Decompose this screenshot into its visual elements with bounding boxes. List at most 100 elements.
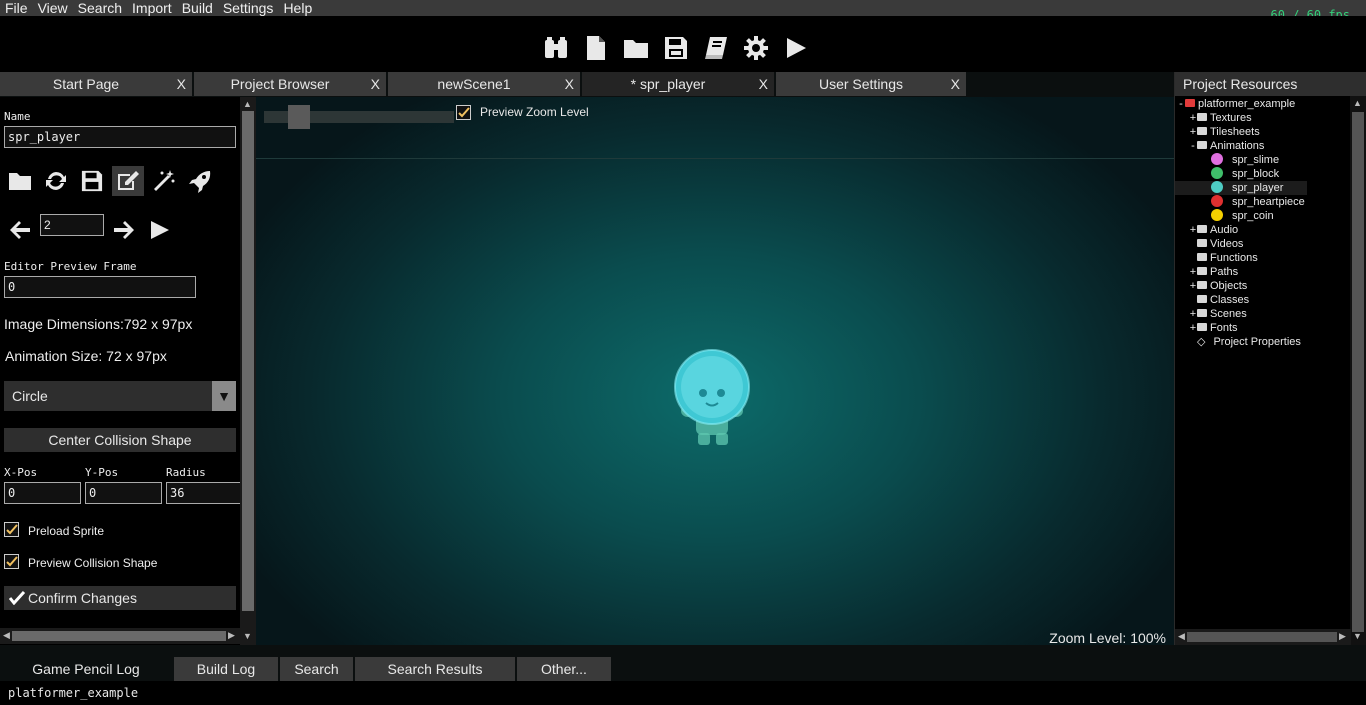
menu-view[interactable]: View bbox=[33, 0, 73, 16]
book-icon[interactable] bbox=[696, 34, 736, 62]
folder-icon bbox=[1197, 267, 1207, 276]
xpos-input[interactable]: 0 bbox=[4, 482, 81, 504]
bottom-tabs: Game Pencil Log Build Log Search Search … bbox=[0, 646, 1366, 681]
preview-collision-checkbox[interactable] bbox=[4, 554, 19, 569]
menu-settings[interactable]: Settings bbox=[218, 0, 279, 16]
tab-project-browser[interactable]: Project Browser X bbox=[194, 72, 388, 96]
tab-build-log[interactable]: Build Log bbox=[174, 657, 278, 681]
sprite-icon bbox=[1211, 167, 1223, 180]
sprite-preview-canvas[interactable]: Preview Zoom Level Zoom Level: 100% bbox=[256, 97, 1174, 646]
play-icon[interactable] bbox=[144, 215, 176, 245]
new-file-icon[interactable] bbox=[576, 34, 616, 62]
resource-tree-label: platformer_example bbox=[1198, 98, 1296, 110]
scroll-right-icon[interactable]: ▶ bbox=[1339, 631, 1346, 642]
resource-tree-item[interactable]: spr_player bbox=[1175, 181, 1307, 195]
arrow-left-icon[interactable] bbox=[4, 215, 36, 245]
scroll-up-icon[interactable]: ▲ bbox=[1353, 98, 1362, 108]
radius-input[interactable]: 36 bbox=[166, 482, 240, 504]
horizontal-scrollbar[interactable]: ◀ ▶ bbox=[1175, 629, 1351, 645]
menu-build[interactable]: Build bbox=[177, 0, 218, 16]
save-icon[interactable] bbox=[656, 34, 696, 62]
tab-new-scene[interactable]: newScene1 X bbox=[388, 72, 582, 96]
zoom-slider[interactable] bbox=[264, 105, 454, 129]
folder-icon bbox=[1197, 309, 1207, 318]
save-icon[interactable] bbox=[76, 166, 108, 196]
arrow-right-icon[interactable] bbox=[108, 215, 140, 245]
gear-icon[interactable] bbox=[736, 34, 776, 62]
tab-close-button[interactable]: X bbox=[371, 72, 380, 96]
toolbar bbox=[0, 16, 1366, 72]
scrollbar-thumb[interactable] bbox=[12, 631, 226, 641]
resource-tree-item[interactable]: spr_coin bbox=[1175, 209, 1307, 223]
open-folder-icon[interactable] bbox=[616, 34, 656, 62]
folder-icon bbox=[1197, 141, 1207, 150]
scroll-down-icon[interactable]: ▼ bbox=[1353, 631, 1362, 641]
chevron-down-icon[interactable]: ▼ bbox=[212, 381, 236, 411]
preview-frame-input[interactable]: 0 bbox=[4, 276, 196, 298]
project-resources-title: Project Resources bbox=[1175, 72, 1366, 96]
horizontal-scrollbar[interactable]: ◀ ▶ bbox=[0, 628, 240, 644]
magic-wand-icon[interactable] bbox=[148, 166, 180, 196]
scrollbar-thumb[interactable] bbox=[242, 111, 254, 611]
tab-search[interactable]: Search bbox=[280, 657, 353, 681]
folder-icon bbox=[1197, 239, 1207, 248]
tab-label: * spr_player bbox=[630, 76, 706, 92]
play-icon[interactable] bbox=[776, 34, 816, 62]
xpos-label: X-Pos bbox=[4, 466, 38, 479]
resource-tree-label: Audio bbox=[1210, 224, 1239, 236]
resource-tree-item[interactable]: spr_block bbox=[1175, 167, 1307, 181]
scrollbar-thumb[interactable] bbox=[1187, 632, 1337, 642]
rocket-icon[interactable] bbox=[184, 166, 216, 196]
edit-icon[interactable] bbox=[112, 166, 144, 196]
collision-shape-select[interactable]: Circle ▼ bbox=[4, 381, 236, 411]
tab-spr-player[interactable]: * spr_player X bbox=[582, 72, 776, 96]
scroll-left-icon[interactable]: ◀ bbox=[1178, 631, 1185, 642]
tab-close-button[interactable]: X bbox=[177, 72, 186, 96]
preload-sprite-checkbox[interactable] bbox=[4, 522, 19, 537]
frame-input[interactable]: 2 bbox=[40, 214, 104, 236]
tab-search-results[interactable]: Search Results bbox=[355, 657, 515, 681]
scroll-right-icon[interactable]: ▶ bbox=[228, 630, 235, 641]
menu-help[interactable]: Help bbox=[278, 0, 317, 16]
tab-game-pencil-log[interactable]: Game Pencil Log bbox=[0, 657, 172, 681]
resource-tree-label: Paths bbox=[1210, 266, 1239, 278]
zoom-level-text: Zoom Level: 100% bbox=[1049, 630, 1166, 646]
image-dimensions-text: Image Dimensions:792 x 97px bbox=[4, 316, 193, 332]
tab-close-button[interactable]: X bbox=[759, 72, 768, 96]
scroll-down-icon[interactable]: ▼ bbox=[243, 631, 252, 641]
preview-collision-label: Preview Collision Shape bbox=[28, 556, 158, 570]
resource-tree-label: spr_player bbox=[1232, 182, 1284, 194]
refresh-icon[interactable] bbox=[40, 166, 72, 196]
vertical-scrollbar[interactable]: ▲ ▼ bbox=[240, 97, 256, 645]
confirm-changes-label: Confirm Changes bbox=[28, 590, 137, 606]
search-icon[interactable] bbox=[536, 34, 576, 62]
name-input[interactable]: spr_player bbox=[4, 126, 236, 148]
menu-import[interactable]: Import bbox=[127, 0, 177, 16]
folder-icon bbox=[1197, 281, 1207, 290]
tab-close-button[interactable]: X bbox=[565, 72, 574, 96]
folder-icon bbox=[1197, 225, 1207, 234]
resource-tree-item[interactable]: spr_slime bbox=[1175, 153, 1307, 167]
preview-zoom-checkbox[interactable] bbox=[456, 105, 471, 120]
scrollbar-thumb[interactable] bbox=[1352, 112, 1364, 632]
menu-file[interactable]: File bbox=[0, 0, 33, 16]
vertical-scrollbar[interactable]: ▲ ▼ bbox=[1350, 96, 1366, 645]
confirm-changes-button[interactable]: Confirm Changes bbox=[4, 586, 236, 610]
open-folder-icon[interactable] bbox=[4, 166, 36, 196]
resource-tree-item[interactable]: spr_heartpiece bbox=[1175, 195, 1307, 209]
radius-label: Radius bbox=[166, 466, 206, 479]
tab-other[interactable]: Other... bbox=[517, 657, 611, 681]
tab-user-settings[interactable]: User Settings X bbox=[776, 72, 968, 96]
zoom-slider-thumb[interactable] bbox=[288, 105, 310, 129]
resource-tree-label: Fonts bbox=[1210, 322, 1238, 334]
ypos-input[interactable]: 0 bbox=[85, 482, 162, 504]
collision-shape-value: Circle bbox=[12, 388, 48, 404]
center-collision-shape-button[interactable]: Center Collision Shape bbox=[4, 428, 236, 452]
scroll-up-icon[interactable]: ▲ bbox=[243, 99, 252, 109]
tab-start-page[interactable]: Start Page X bbox=[0, 72, 194, 96]
scroll-left-icon[interactable]: ◀ bbox=[3, 630, 10, 641]
resource-tree-label: Scenes bbox=[1210, 308, 1247, 320]
menu-search[interactable]: Search bbox=[73, 0, 127, 16]
tab-close-button[interactable]: X bbox=[951, 72, 960, 96]
folder-icon bbox=[1197, 127, 1207, 136]
